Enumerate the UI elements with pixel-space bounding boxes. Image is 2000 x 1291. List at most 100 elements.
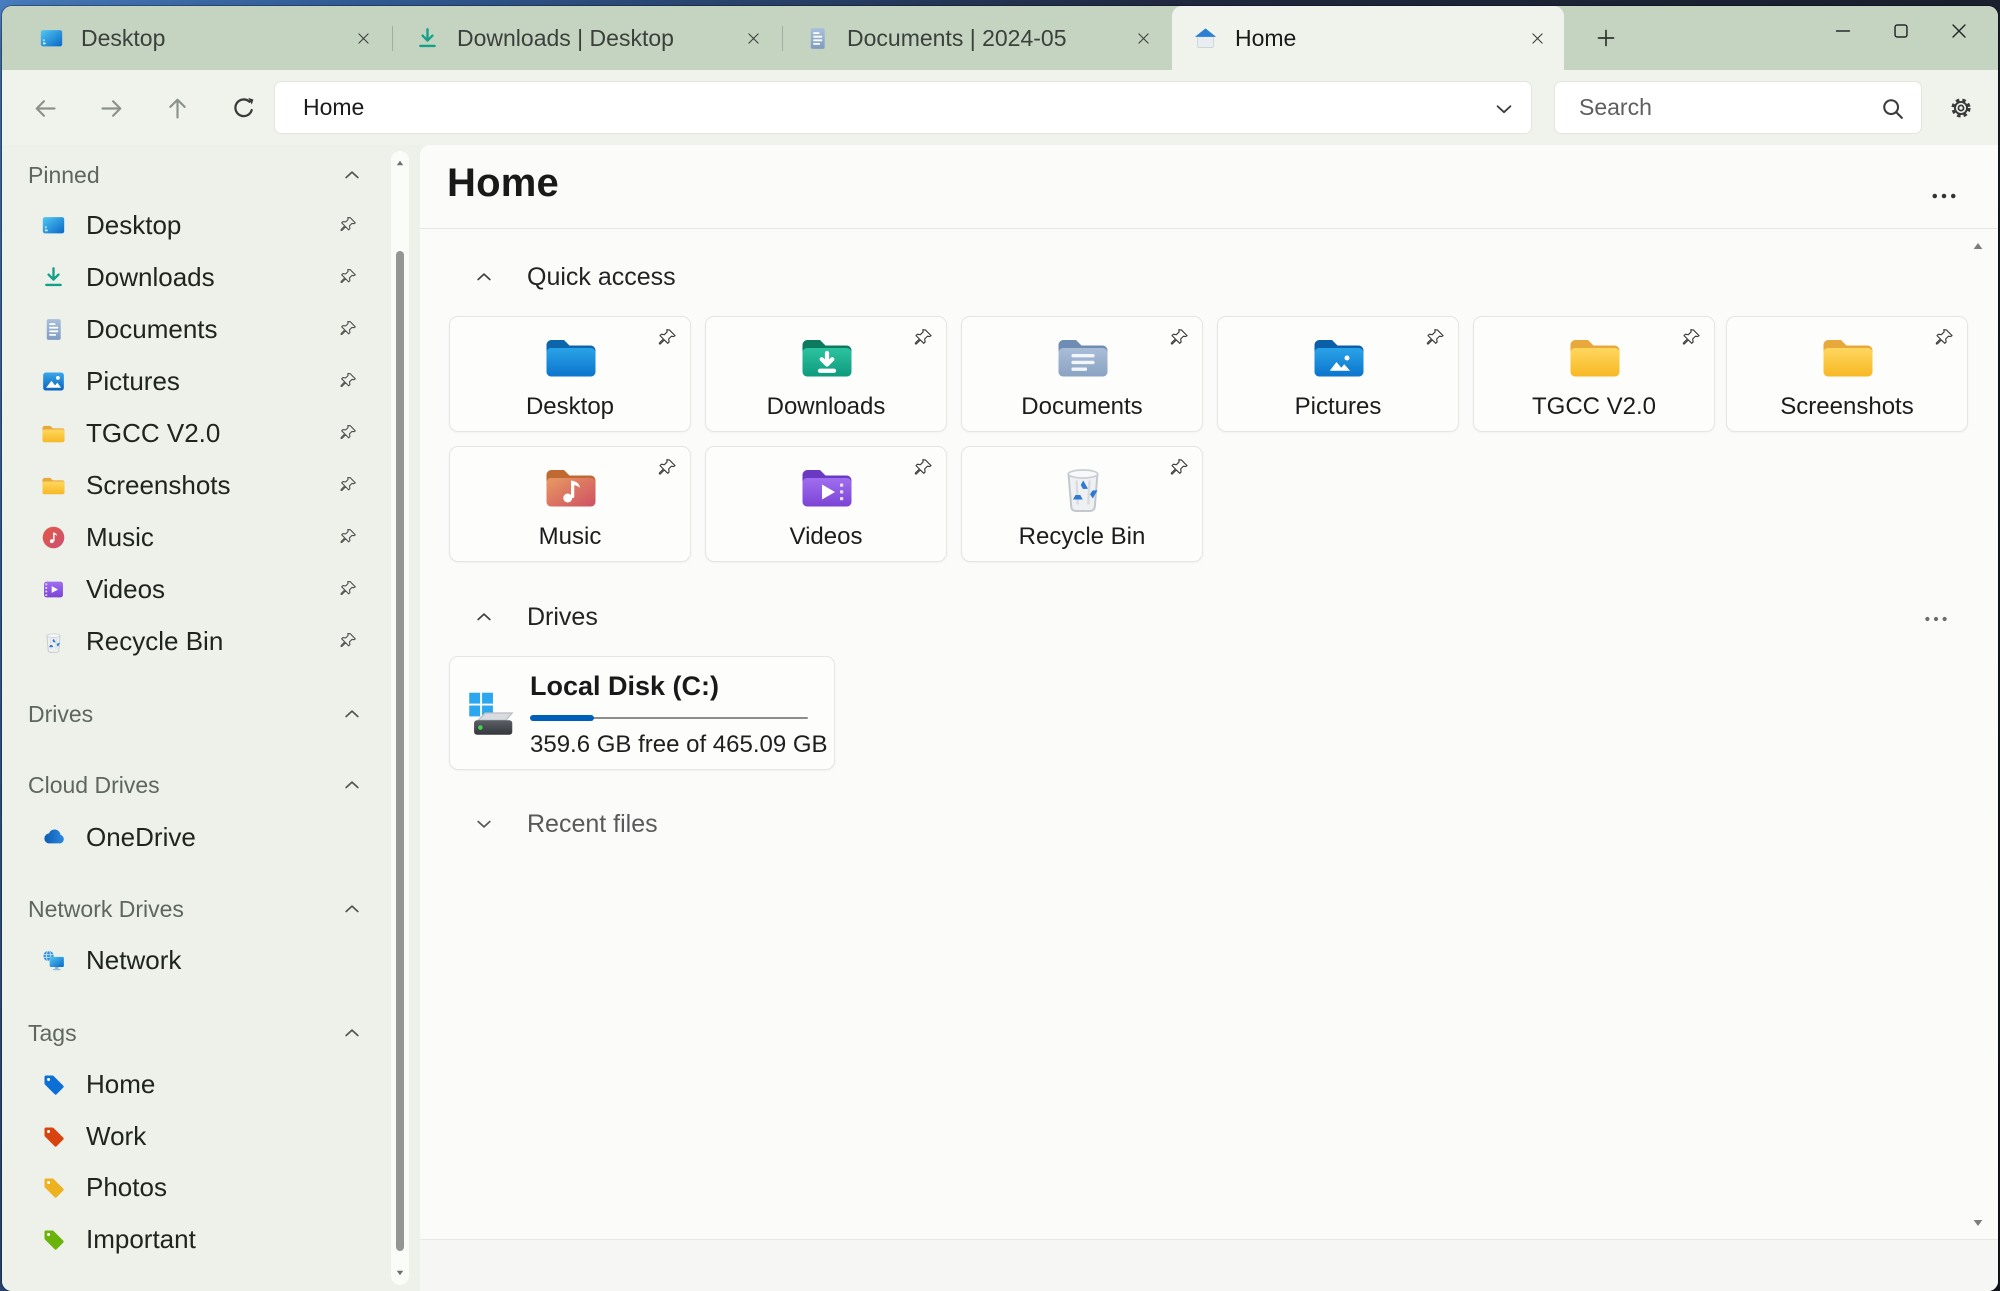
pin-icon[interactable] bbox=[1933, 327, 1955, 349]
gear-icon bbox=[1947, 94, 1975, 122]
sidebar-section-pinned[interactable]: Pinned bbox=[2, 155, 390, 195]
sidebar-scrollbar[interactable] bbox=[391, 151, 409, 1285]
sidebar-section-tags[interactable]: Tags bbox=[2, 1013, 390, 1053]
quick-access-card-music[interactable]: Music bbox=[449, 446, 691, 562]
scrollbar-thumb[interactable] bbox=[396, 251, 404, 1251]
pin-icon[interactable] bbox=[1680, 327, 1702, 349]
sidebar-section-cloud-drives[interactable]: Cloud Drives bbox=[2, 765, 390, 805]
quick-access-card-videos[interactable]: Videos bbox=[705, 446, 947, 562]
document-icon bbox=[804, 25, 831, 52]
maximize-button[interactable] bbox=[1872, 8, 1930, 54]
pin-icon[interactable] bbox=[338, 215, 358, 235]
pin-icon[interactable] bbox=[656, 327, 678, 349]
sidebar-item-pictures[interactable]: Pictures bbox=[8, 355, 384, 407]
chevron-up-icon[interactable] bbox=[342, 704, 362, 724]
quick-access-card-pictures[interactable]: Pictures bbox=[1217, 316, 1459, 432]
chevron-up-icon[interactable] bbox=[474, 607, 494, 627]
sidebar-item-videos[interactable]: Videos bbox=[8, 563, 384, 615]
sidebar-item-tag-photos[interactable]: Photos bbox=[8, 1161, 384, 1213]
card-label: Desktop bbox=[450, 393, 690, 421]
drive-card-local-disk-c[interactable]: Local Disk (C:) 359.6 GB free of 465.09 … bbox=[449, 656, 835, 770]
minimize-button[interactable] bbox=[1814, 8, 1872, 54]
pin-icon[interactable] bbox=[1168, 457, 1190, 479]
chevron-down-icon[interactable] bbox=[474, 814, 494, 834]
close-icon[interactable] bbox=[1529, 30, 1546, 47]
close-icon[interactable] bbox=[355, 30, 372, 47]
chevron-up-icon[interactable] bbox=[342, 1023, 362, 1043]
settings-button[interactable] bbox=[1940, 87, 1982, 129]
tab-documents[interactable]: Documents | 2024-05 bbox=[784, 6, 1170, 70]
home-house-icon bbox=[1192, 25, 1219, 52]
sidebar-item-screenshots[interactable]: Screenshots bbox=[8, 459, 384, 511]
quick-access-header[interactable]: Quick access bbox=[420, 257, 676, 297]
tab-home-active[interactable]: Home bbox=[1172, 6, 1564, 70]
pin-icon[interactable] bbox=[912, 457, 934, 479]
pin-icon[interactable] bbox=[338, 475, 358, 495]
pin-icon[interactable] bbox=[1168, 327, 1190, 349]
chevron-up-icon[interactable] bbox=[342, 775, 362, 795]
chevron-up-icon[interactable] bbox=[474, 267, 494, 287]
tab-desktop[interactable]: Desktop bbox=[18, 6, 390, 70]
quick-access-card-recycle-bin[interactable]: Recycle Bin bbox=[961, 446, 1203, 562]
address-input[interactable] bbox=[275, 94, 1445, 121]
sidebar-item-documents[interactable]: Documents bbox=[8, 303, 384, 355]
close-window-button[interactable] bbox=[1930, 8, 1988, 54]
pin-icon[interactable] bbox=[1424, 327, 1446, 349]
quick-access-card-downloads[interactable]: Downloads bbox=[705, 316, 947, 432]
drive-capacity-text: 359.6 GB free of 465.09 GB bbox=[530, 731, 828, 759]
sidebar-item-network[interactable]: Network bbox=[8, 934, 384, 986]
tab-downloads[interactable]: Downloads | Desktop bbox=[394, 6, 780, 70]
recent-files-header[interactable]: Recent files bbox=[420, 804, 658, 844]
sidebar-item-label: Home bbox=[86, 1069, 155, 1100]
drive-name: Local Disk (C:) bbox=[530, 671, 719, 702]
drives-see-more-button[interactable] bbox=[1912, 603, 1960, 635]
refresh-button[interactable] bbox=[222, 87, 264, 129]
pin-icon[interactable] bbox=[338, 527, 358, 547]
folder-yellow-icon bbox=[1818, 327, 1878, 387]
chevron-up-icon[interactable] bbox=[342, 899, 362, 919]
close-icon[interactable] bbox=[1135, 30, 1152, 47]
pin-icon[interactable] bbox=[338, 631, 358, 651]
sidebar-item-tag-important[interactable]: Important bbox=[8, 1213, 384, 1265]
new-tab-button[interactable] bbox=[1588, 20, 1624, 56]
drives-header[interactable]: Drives bbox=[420, 597, 598, 637]
sidebar-item-recycle-bin[interactable]: Recycle Bin bbox=[8, 615, 384, 667]
quick-access-card-documents[interactable]: Documents bbox=[961, 316, 1203, 432]
scroll-up-icon[interactable] bbox=[1970, 238, 1986, 254]
sidebar-item-downloads[interactable]: Downloads bbox=[8, 251, 384, 303]
see-more-button[interactable] bbox=[1920, 179, 1968, 213]
folder-icon bbox=[40, 420, 67, 447]
pin-icon[interactable] bbox=[338, 423, 358, 443]
chevron-up-icon[interactable] bbox=[342, 165, 362, 185]
up-button[interactable] bbox=[156, 87, 198, 129]
sidebar-item-onedrive[interactable]: OneDrive bbox=[8, 811, 384, 863]
pin-icon[interactable] bbox=[338, 371, 358, 391]
back-button[interactable] bbox=[24, 87, 66, 129]
pin-icon[interactable] bbox=[912, 327, 934, 349]
folder-blue-icon bbox=[541, 327, 601, 387]
plus-icon bbox=[1594, 26, 1618, 50]
quick-access-card-tgcc[interactable]: TGCC V2.0 bbox=[1473, 316, 1715, 432]
address-dropdown-button[interactable] bbox=[1487, 92, 1521, 126]
scroll-down-icon[interactable] bbox=[1970, 1215, 1986, 1231]
scroll-up-icon[interactable] bbox=[394, 157, 406, 169]
search-input[interactable] bbox=[1555, 94, 1845, 121]
pin-icon[interactable] bbox=[338, 267, 358, 287]
pin-icon[interactable] bbox=[338, 319, 358, 339]
section-label: Recent files bbox=[527, 810, 658, 839]
pin-icon[interactable] bbox=[338, 579, 358, 599]
sidebar-item-tgcc[interactable]: TGCC V2.0 bbox=[8, 407, 384, 459]
forward-button[interactable] bbox=[90, 87, 132, 129]
sidebar-item-music[interactable]: Music bbox=[8, 511, 384, 563]
scroll-down-icon[interactable] bbox=[394, 1267, 406, 1279]
sidebar-item-desktop[interactable]: Desktop bbox=[8, 199, 384, 251]
sidebar-item-tag-home[interactable]: Home bbox=[8, 1058, 384, 1110]
quick-access-card-desktop[interactable]: Desktop bbox=[449, 316, 691, 432]
navigation-toolbar bbox=[2, 70, 1998, 145]
pin-icon[interactable] bbox=[656, 457, 678, 479]
sidebar-section-drives[interactable]: Drives bbox=[2, 694, 390, 734]
sidebar-section-network-drives[interactable]: Network Drives bbox=[2, 889, 390, 929]
close-icon[interactable] bbox=[745, 30, 762, 47]
quick-access-card-screenshots[interactable]: Screenshots bbox=[1726, 316, 1968, 432]
sidebar-item-tag-work[interactable]: Work bbox=[8, 1110, 384, 1162]
